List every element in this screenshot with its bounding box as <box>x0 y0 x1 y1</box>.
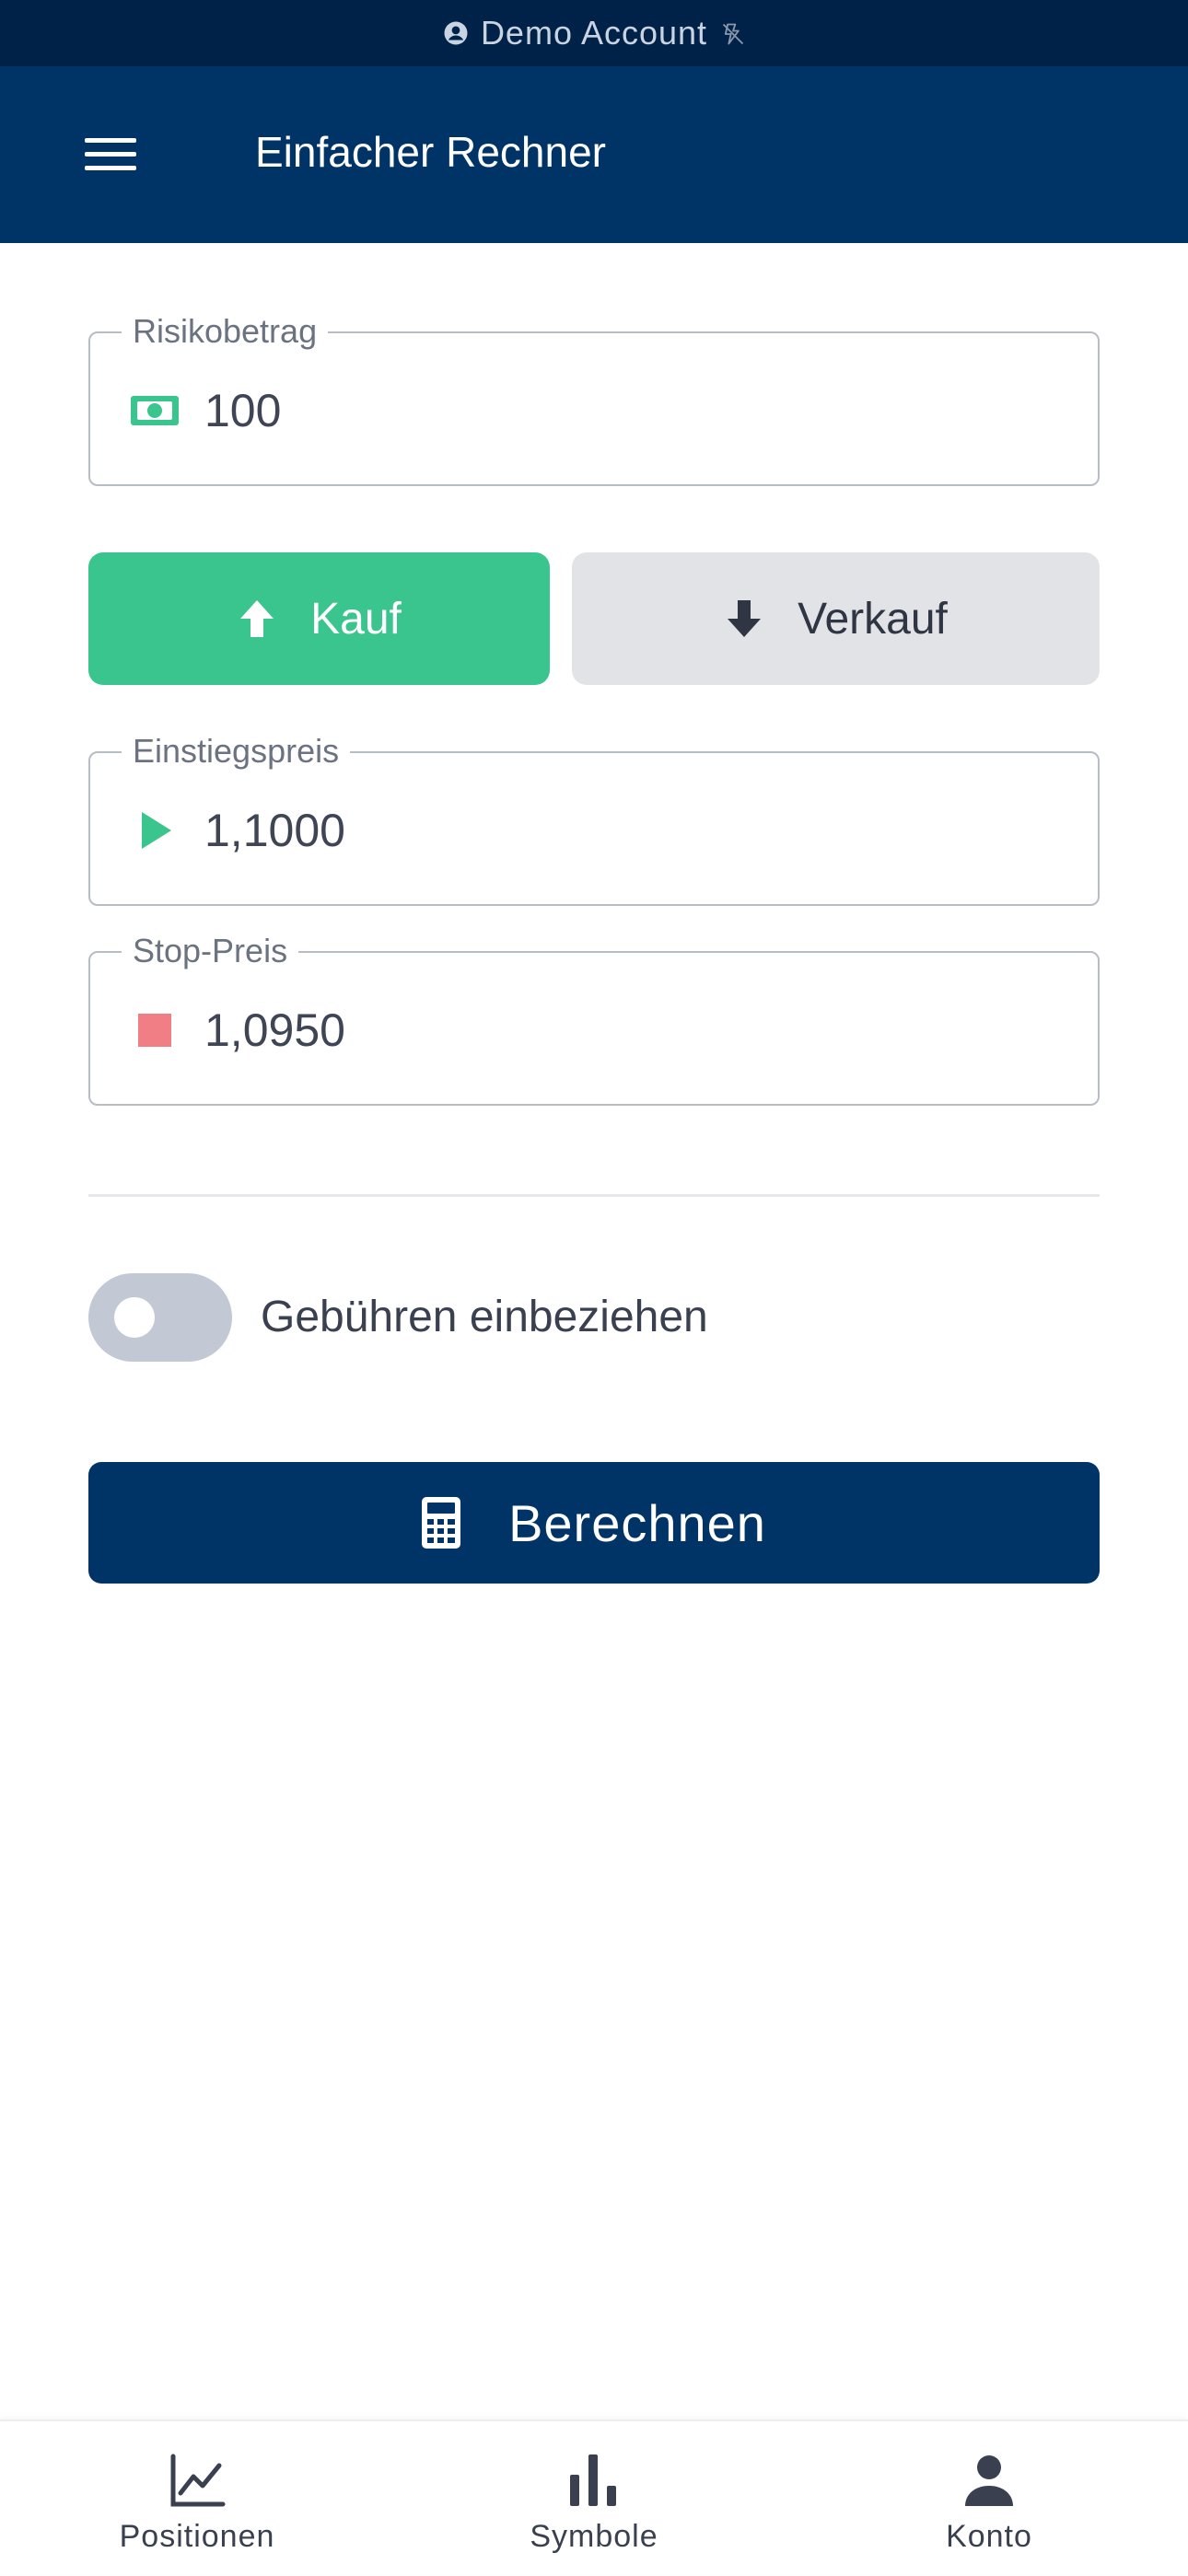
calculate-button[interactable]: Berechnen <box>88 1462 1100 1584</box>
toggle-knob <box>114 1297 155 1338</box>
nav-label-konto: Konto <box>946 2519 1032 2554</box>
risk-amount-field[interactable]: Risikobetrag 100 <box>88 313 1100 486</box>
sell-button-label: Verkauf <box>798 594 948 644</box>
stop-price-input[interactable]: 1,0950 <box>204 1003 345 1058</box>
bar-chart-icon <box>565 2451 623 2510</box>
divider <box>88 1194 1100 1197</box>
app-bar: Einfacher Rechner <box>0 66 1188 243</box>
account-mode-text: Demo Account <box>480 14 708 52</box>
nav-item-konto[interactable]: Konto <box>851 2421 1127 2576</box>
stop-price-field[interactable]: Stop-Preis 1,0950 <box>88 933 1100 1106</box>
nav-item-symbole[interactable]: Symbole <box>456 2421 732 2576</box>
risk-amount-input[interactable]: 100 <box>204 383 281 438</box>
cash-icon <box>129 389 181 433</box>
buy-button[interactable]: Kauf <box>88 552 550 685</box>
menu-button[interactable] <box>74 122 147 188</box>
arrow-down-icon <box>724 597 764 641</box>
hamburger-menu-icon <box>85 138 136 170</box>
sell-button[interactable]: Verkauf <box>572 552 1100 685</box>
stop-price-label: Stop-Preis <box>122 933 299 969</box>
line-chart-icon <box>168 2451 227 2510</box>
calculate-button-label: Berechnen <box>508 1493 766 1552</box>
signal-off-icon <box>720 20 746 46</box>
fees-toggle-label: Gebühren einbeziehen <box>261 1293 708 1341</box>
page-title: Einfacher Rechner <box>255 128 606 176</box>
stop-square-icon <box>129 1008 181 1052</box>
risk-amount-label: Risikobetrag <box>122 313 329 350</box>
status-bar: Demo Account <box>0 0 1188 66</box>
entry-price-input[interactable]: 1,1000 <box>204 803 345 858</box>
nav-label-positionen: Positionen <box>119 2519 275 2554</box>
arrow-up-icon <box>237 597 277 641</box>
play-triangle-icon <box>129 808 181 853</box>
entry-price-field[interactable]: Einstiegspreis 1,1000 <box>88 733 1100 906</box>
person-icon <box>960 2451 1019 2510</box>
bottom-nav: Positionen Symbole Konto <box>0 2419 1188 2574</box>
nav-label-symbole: Symbole <box>530 2519 658 2554</box>
entry-price-label: Einstiegspreis <box>122 733 351 770</box>
fees-toggle[interactable] <box>88 1273 232 1362</box>
account-circle-icon <box>442 19 470 47</box>
nav-item-positionen[interactable]: Positionen <box>59 2421 335 2576</box>
calculator-icon <box>422 1497 461 1549</box>
buy-button-label: Kauf <box>310 594 402 644</box>
